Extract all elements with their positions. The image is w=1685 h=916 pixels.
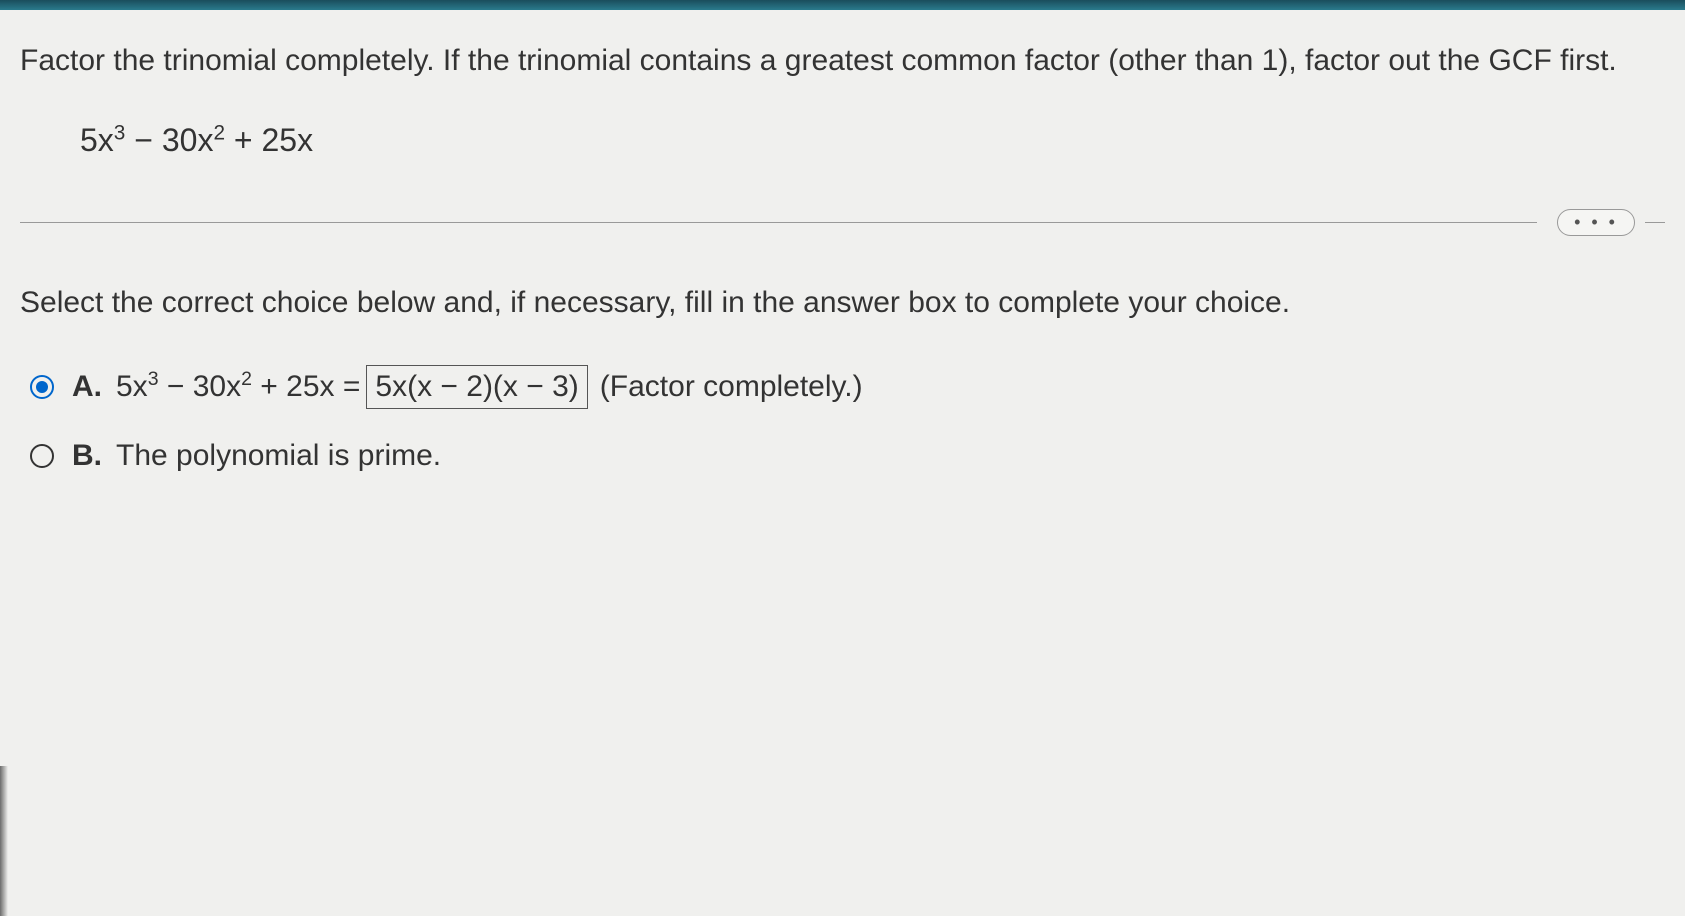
question-expression: 5x3 − 30x2 + 25x [80, 122, 1665, 159]
choice-b-radio[interactable] [30, 444, 54, 468]
divider-line-end [1645, 222, 1665, 223]
choice-b-row: B. The polynomial is prime. [30, 439, 1665, 473]
answer-choices: A. 5x3 − 30x2 + 25x = 5x(x − 2)(x − 3) (… [30, 365, 1665, 473]
section-divider: • • • [20, 209, 1665, 236]
choice-b-text: The polynomial is prime. [116, 439, 441, 473]
choice-a-radio[interactable] [30, 375, 54, 399]
choice-a-label: A. [72, 370, 102, 404]
divider-line [20, 222, 1537, 223]
top-accent-bar [0, 0, 1685, 10]
choice-a-hint: (Factor completely.) [600, 370, 863, 404]
question-prompt: Factor the trinomial completely. If the … [20, 40, 1665, 82]
screen-edge-shadow [0, 766, 8, 916]
answer-instruction: Select the correct choice below and, if … [20, 286, 1665, 320]
answer-input-box[interactable]: 5x(x − 2)(x − 3) [366, 365, 587, 409]
more-options-button[interactable]: • • • [1557, 209, 1635, 236]
choice-b-label: B. [72, 439, 102, 473]
choice-a-equation: 5x3 − 30x2 + 25x = 5x(x − 2)(x − 3) (Fac… [116, 365, 863, 409]
choice-a-lhs: 5x3 − 30x2 + 25x = [116, 370, 360, 404]
choice-a-row: A. 5x3 − 30x2 + 25x = 5x(x − 2)(x − 3) (… [30, 365, 1665, 409]
question-content: Factor the trinomial completely. If the … [0, 10, 1685, 533]
